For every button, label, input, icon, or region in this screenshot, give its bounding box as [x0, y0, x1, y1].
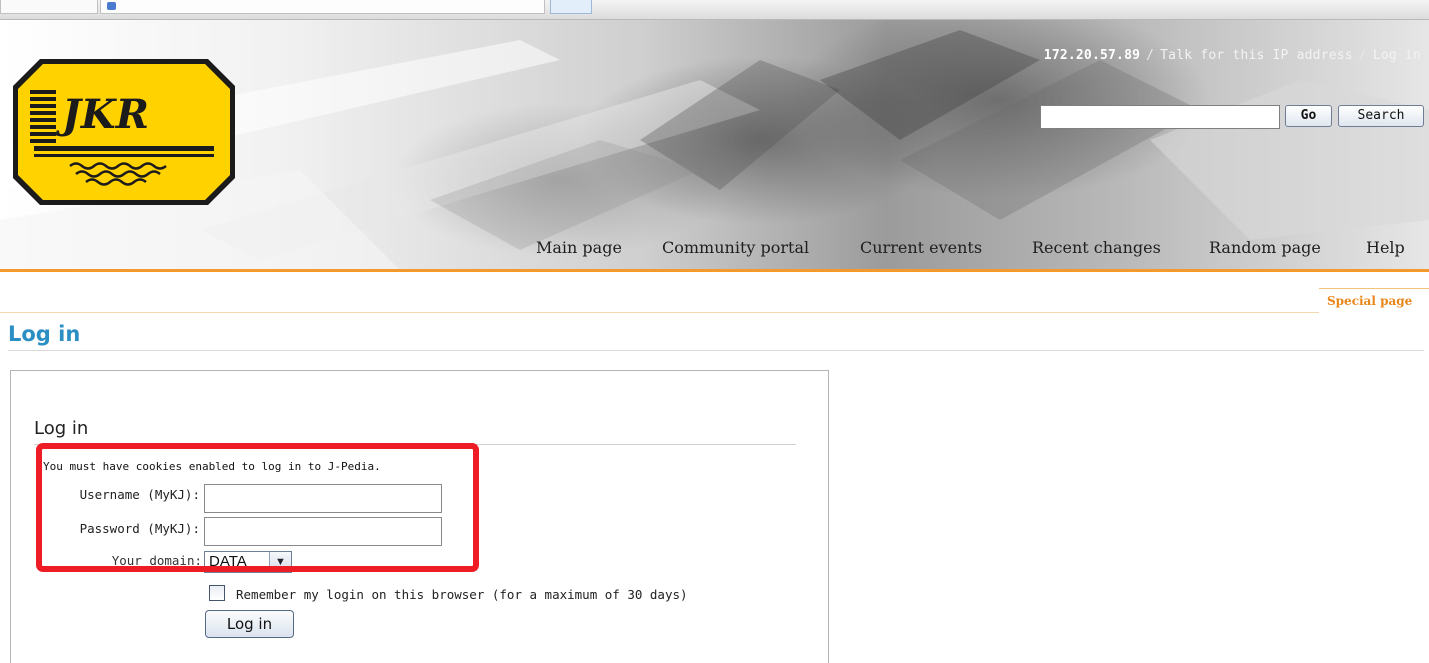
domain-select-value: DATA — [209, 553, 247, 570]
cookie-notice: You must have cookies enabled to log in … — [43, 460, 381, 473]
favicon-icon — [107, 2, 116, 10]
talk-ip-link[interactable]: Talk for this IP address — [1160, 48, 1353, 63]
login-legend: Log in — [34, 418, 89, 439]
header-divider — [0, 269, 1429, 272]
browser-tab[interactable] — [0, 0, 98, 14]
search-input[interactable] — [1040, 105, 1280, 129]
username-field[interactable] — [204, 484, 442, 513]
title-divider — [8, 350, 1424, 351]
legend-divider — [34, 444, 796, 445]
search-button[interactable]: Search — [1338, 105, 1424, 127]
separator: / — [1146, 48, 1155, 63]
tab-divider — [0, 312, 1319, 313]
nav-main-page[interactable]: Main page — [536, 238, 622, 257]
nav-random-page[interactable]: Random page — [1209, 238, 1321, 257]
chevron-down-icon[interactable]: ▼ — [269, 552, 291, 572]
login-link[interactable]: Log in — [1373, 48, 1421, 63]
nav-current-events[interactable]: Current events — [860, 238, 982, 257]
separator: / — [1358, 48, 1367, 63]
personal-tools: 172.20.57.89 / Talk for this IP address / Lo… — [1044, 48, 1421, 63]
user-ip: 172.20.57.89 — [1043, 48, 1141, 63]
password-label: Password (MyKJ): — [79, 521, 200, 536]
password-field[interactable] — [204, 517, 442, 546]
logo-text: JKR — [55, 91, 149, 138]
browser-tab-active[interactable] — [100, 0, 545, 14]
domain-label: Your domain: — [111, 553, 202, 568]
browser-tab[interactable] — [550, 0, 592, 14]
remember-label[interactable]: Remember my login on this browser (for a… — [236, 587, 688, 602]
nav-help[interactable]: Help — [1366, 238, 1405, 257]
username-label: Username (MyKJ): — [79, 487, 200, 502]
jkr-logo[interactable]: JKR — [10, 56, 238, 208]
browser-chrome — [0, 0, 1429, 20]
tab-special-page[interactable]: Special page — [1319, 288, 1429, 312]
go-button[interactable]: Go — [1285, 105, 1332, 127]
nav-community-portal[interactable]: Community portal — [662, 238, 809, 257]
nav-recent-changes[interactable]: Recent changes — [1032, 238, 1161, 257]
login-submit-button[interactable]: Log in — [205, 610, 294, 638]
remember-checkbox[interactable] — [209, 585, 225, 601]
page-title: Log in — [8, 322, 81, 346]
domain-select[interactable]: DATA ▼ — [204, 551, 292, 573]
